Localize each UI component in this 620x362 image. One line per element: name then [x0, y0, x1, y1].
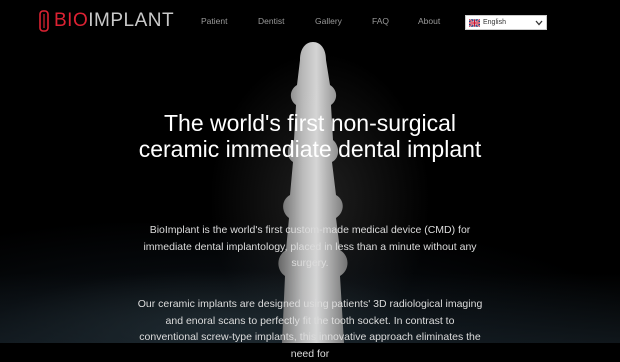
language-select-value: English: [483, 19, 506, 26]
nav-link-dentist[interactable]: Dentist: [258, 16, 284, 26]
hero-title-line1: The world's first non-surgical: [164, 110, 456, 136]
chevron-down-icon: [535, 20, 543, 25]
hero-background: [0, 0, 620, 343]
nav-link-faq[interactable]: FAQ: [372, 16, 389, 26]
tooth-logo-icon: [39, 10, 49, 32]
implant-image: [278, 42, 348, 343]
language-select[interactable]: English: [465, 15, 547, 30]
nav-link-patient[interactable]: Patient: [201, 16, 227, 26]
hero-paragraph-intro: BioImplant is the world's first custom-m…: [143, 224, 477, 269]
logo-text: BIOIMPLANT: [54, 10, 174, 32]
logo-text-implant: IMPLANT: [88, 10, 175, 31]
logo-text-bio: BIO: [54, 10, 89, 31]
nav-link-about[interactable]: About: [418, 16, 440, 26]
hero-paragraph-design: Our ceramic implants are designed using …: [137, 298, 483, 360]
uk-flag-icon: [469, 18, 480, 27]
nav-link-gallery[interactable]: Gallery: [315, 16, 342, 26]
hero-title-line2: ceramic immediate dental implant: [138, 136, 482, 162]
top-navigation: BIOIMPLANT Patient Dentist Gallery FAQ A…: [0, 0, 620, 44]
brand-logo[interactable]: BIOIMPLANT: [38, 8, 174, 34]
hero-title: The world's first non-surgical ceramic i…: [0, 110, 620, 162]
